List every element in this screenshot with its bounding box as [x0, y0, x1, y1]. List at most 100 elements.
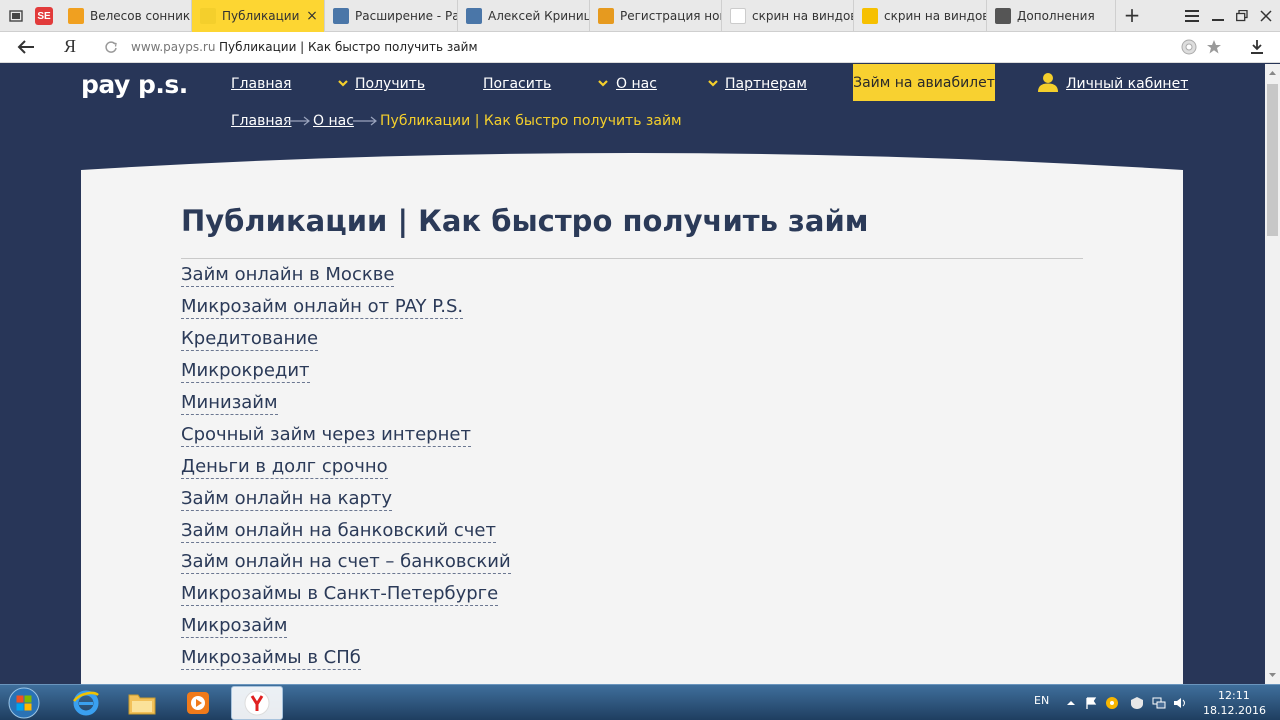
list-item[interactable]: Кредитование — [181, 324, 511, 356]
tab-title: скрин на виндов — [752, 9, 853, 23]
content-card: Публикации | Как быстро получить займ За… — [81, 150, 1183, 684]
browser-tab[interactable]: Алексей Криницк — [458, 0, 590, 32]
antivirus-tray-icon[interactable] — [1130, 696, 1144, 710]
publication-link[interactable]: Микрокредит — [181, 360, 310, 384]
airticket-loan-button[interactable]: Займ на авиабилет — [853, 64, 995, 101]
back-arrow-icon[interactable] — [14, 36, 38, 58]
personal-cabinet-link[interactable]: Личный кабинет — [1066, 76, 1188, 92]
browser-tab[interactable]: скрин на виндов — [722, 0, 854, 32]
yandex-favicon-icon — [730, 8, 746, 24]
page-scrollbar[interactable] — [1265, 64, 1280, 684]
network-icon[interactable] — [1152, 696, 1166, 710]
minimize-icon[interactable] — [1206, 0, 1230, 32]
title-divider — [181, 258, 1083, 259]
publication-link[interactable]: Займ онлайн в Москве — [181, 264, 395, 288]
list-item[interactable]: Займ онлайн в Москве — [181, 260, 511, 292]
breadcrumb-home[interactable]: Главная — [231, 113, 291, 129]
browser-tab[interactable]: Регистрация нов — [590, 0, 722, 32]
tab-close-icon[interactable]: × — [304, 8, 320, 24]
publication-link[interactable]: Срочный займ через интернет — [181, 424, 471, 447]
chevron-down-icon — [708, 80, 718, 87]
close-icon[interactable] — [1254, 0, 1278, 32]
payps-logo[interactable]: pay p.s. — [81, 70, 188, 99]
download-icon[interactable] — [1248, 38, 1266, 56]
clock-date[interactable]: 18.12.2016 — [1203, 704, 1266, 717]
yandex-disk-tray-icon[interactable] — [1105, 696, 1119, 710]
se-favicon-icon: SE — [35, 7, 53, 25]
yandex-browser-taskbar-icon[interactable] — [231, 686, 283, 720]
volume-icon[interactable] — [1173, 696, 1187, 710]
publication-link[interactable]: Микрозаймы в Санкт-Петербурге — [181, 583, 499, 607]
at-favicon-icon — [598, 8, 614, 24]
arrow-right-icon — [353, 116, 377, 126]
language-indicator[interactable]: EN — [1034, 694, 1049, 707]
tab-title: Велесов сонник з — [90, 9, 191, 23]
list-item[interactable]: Микрозаймы в Санкт-Петербурге — [181, 579, 511, 611]
list-item[interactable]: Займ онлайн на карту — [181, 483, 511, 515]
show-hidden-icons-icon[interactable] — [1064, 696, 1078, 710]
tabs-menu-icon[interactable] — [2, 0, 30, 32]
publication-link[interactable]: Деньги в долг срочно — [181, 456, 388, 479]
payps-favicon-icon — [200, 8, 216, 24]
publication-link[interactable]: Займ онлайн на карту — [181, 488, 393, 511]
nav-get[interactable]: Получить — [355, 76, 425, 92]
browser-tab[interactable]: Расширение - Ра — [325, 0, 458, 32]
yandex-logo-icon[interactable]: Я — [64, 36, 76, 57]
new-tab-button[interactable]: + — [1120, 4, 1144, 28]
tab-title: Алексей Криницк — [488, 9, 589, 23]
publication-link[interactable]: Микрозайм онлайн от PAY P.S. — [181, 296, 464, 320]
windows-start-icon[interactable] — [4, 686, 44, 720]
list-item[interactable]: Деньги в долг срочно — [181, 451, 511, 483]
nav-home[interactable]: Главная — [231, 76, 291, 92]
publication-link[interactable]: Займ онлайн на банковский счет — [181, 520, 496, 543]
media-player-taskbar-icon[interactable] — [172, 686, 224, 720]
browser-tab[interactable]: скрин на виндов — [854, 0, 987, 32]
nav-about[interactable]: О нас — [616, 76, 657, 92]
publication-link[interactable]: Микрозайм — [181, 615, 288, 639]
scroll-up-icon[interactable] — [1268, 69, 1277, 78]
browser-tab[interactable]: Публикации | Как× — [192, 0, 325, 32]
address-bar: Я www.payps.ru Публикации | Как быстро п… — [0, 32, 1280, 63]
addons-favicon-icon — [995, 8, 1011, 24]
scroll-down-icon[interactable] — [1268, 670, 1277, 679]
list-item[interactable]: Микрокредит — [181, 356, 511, 388]
windows-taskbar: EN 12:11 18.12.2016 — [0, 684, 1280, 720]
action-center-flag-icon[interactable] — [1084, 696, 1098, 710]
url-page-title[interactable]: Публикации | Как быстро получить займ — [219, 40, 478, 54]
user-icon — [1038, 73, 1058, 92]
arrow-right-icon — [286, 116, 310, 126]
list-item[interactable]: Микрозайм — [181, 611, 511, 643]
restore-icon[interactable] — [1230, 0, 1254, 32]
list-item[interactable]: Микрозайм онлайн от PAY P.S. — [181, 292, 511, 324]
breadcrumb-about[interactable]: О нас — [313, 113, 354, 129]
browser-tab[interactable]: Велесов сонник з — [60, 0, 192, 32]
reload-icon[interactable] — [104, 39, 118, 53]
publication-link[interactable]: Займ онлайн на счет – банковский — [181, 551, 511, 575]
list-item[interactable]: Займ онлайн на банковский счет — [181, 515, 511, 547]
list-item[interactable]: Микрозаймы в СПб — [181, 643, 511, 675]
publication-link[interactable]: Микрозаймы в СПб — [181, 647, 361, 671]
clock-time[interactable]: 12:11 — [1218, 689, 1250, 702]
list-item[interactable]: Минизайм — [181, 388, 511, 420]
publication-link[interactable]: Кредитование — [181, 328, 319, 352]
url-domain[interactable]: www.payps.ru — [131, 40, 215, 54]
scrollbar-thumb[interactable] — [1267, 84, 1278, 236]
pinned-tab-se[interactable]: SE — [30, 0, 58, 32]
nav-repay[interactable]: Погасить — [483, 76, 551, 92]
tab-title: Регистрация нов — [620, 9, 721, 23]
bookmark-star-icon[interactable] — [1205, 38, 1223, 56]
browser-tab[interactable]: Дополнения — [987, 0, 1116, 32]
vk-k-favicon-icon — [333, 8, 349, 24]
ie-taskbar-icon[interactable] — [60, 686, 112, 720]
explorer-taskbar-icon[interactable] — [116, 686, 168, 720]
nav-partners[interactable]: Партнерам — [725, 76, 807, 92]
list-item[interactable]: Займ онлайн на счет – банковский — [181, 547, 511, 579]
publication-link[interactable]: Минизайм — [181, 392, 278, 415]
protect-icon[interactable] — [1180, 38, 1198, 56]
tab-title: Расширение - Ра — [355, 9, 457, 23]
menu-icon[interactable] — [1180, 0, 1204, 32]
breadcrumb-current: Публикации | Как быстро получить займ — [380, 113, 682, 129]
list-item[interactable]: Срочный займ через интернет — [181, 419, 511, 451]
tab-title: скрин на виндов — [884, 9, 986, 23]
publication-list: Займ онлайн в Москве Микрозайм онлайн от… — [181, 260, 511, 675]
